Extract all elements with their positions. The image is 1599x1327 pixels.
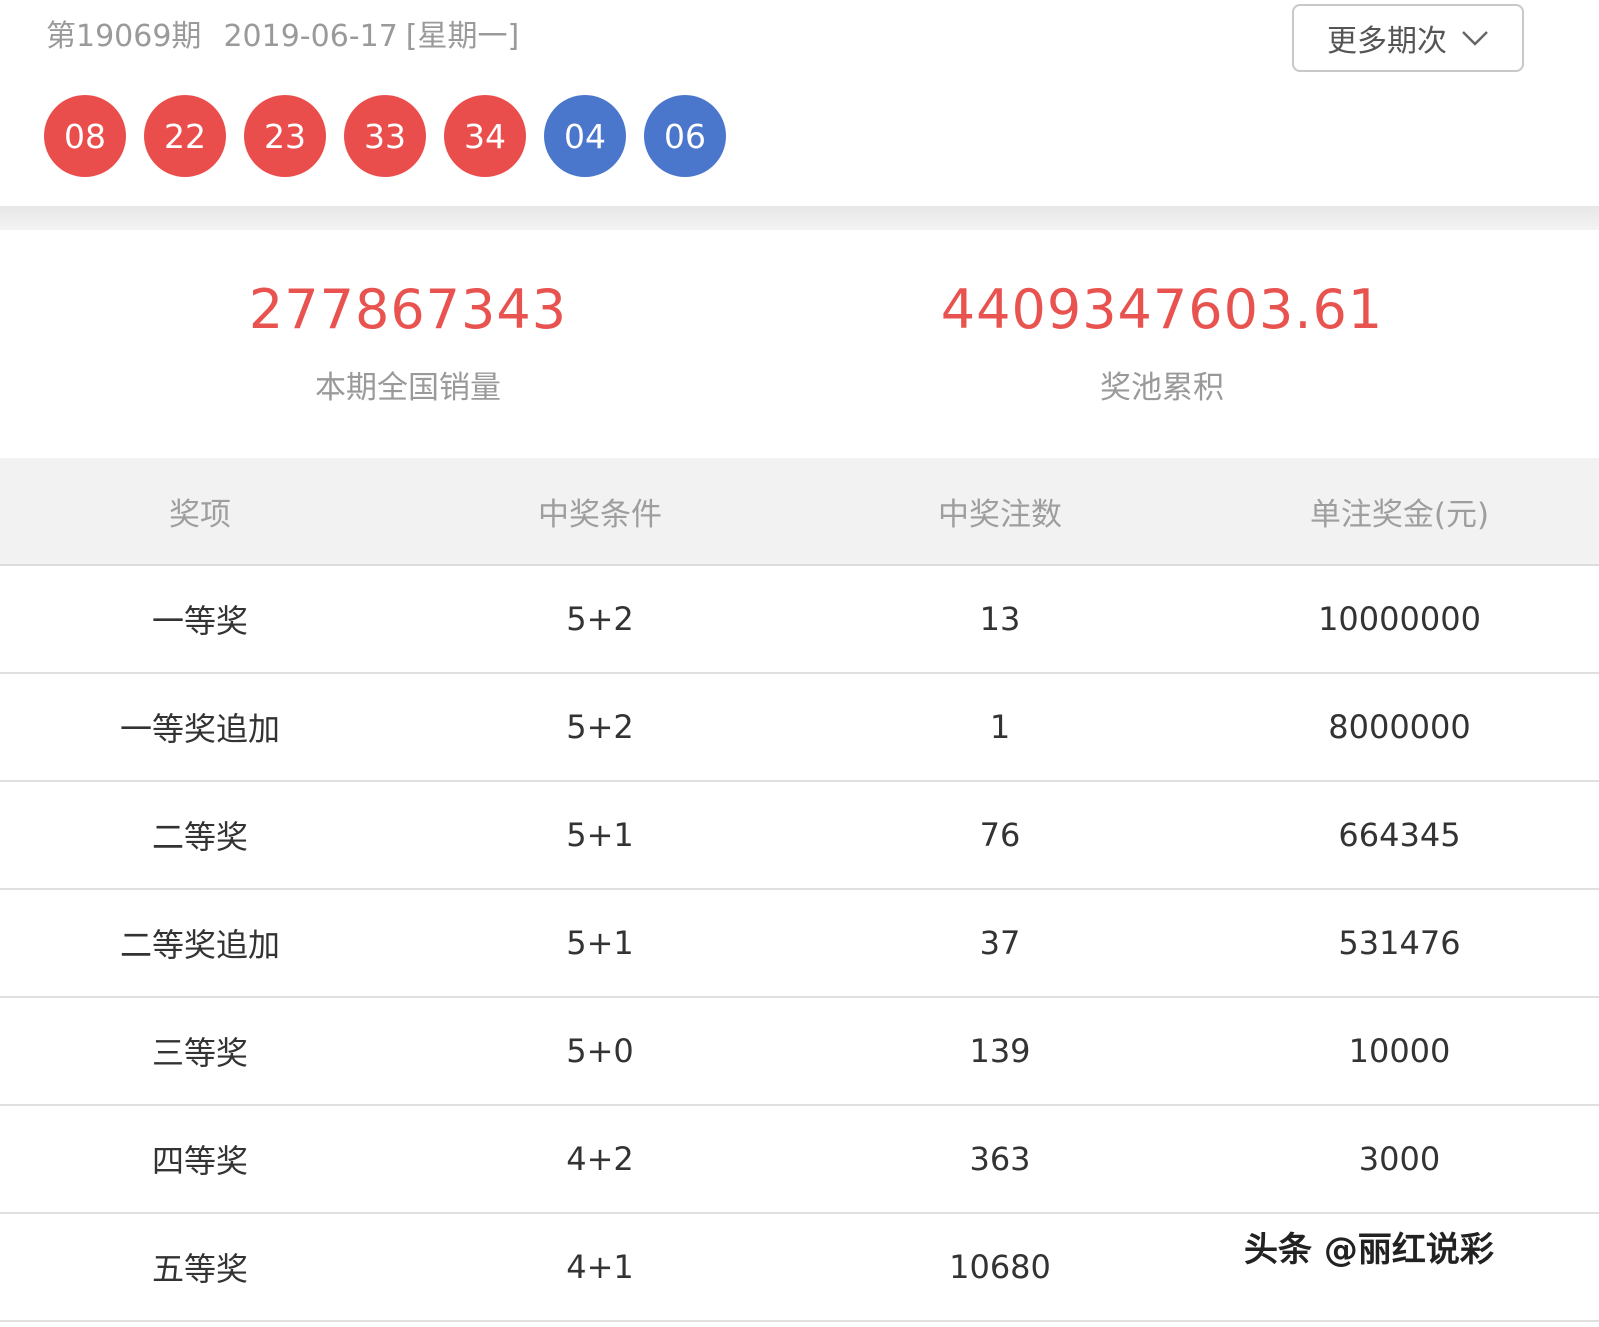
table-row: 一等奖追加 5+2 1 8000000 xyxy=(0,673,1599,782)
more-issues-button[interactable]: 更多期次 xyxy=(1292,4,1524,72)
cell-condition: 5+2 xyxy=(400,565,800,674)
draw-weekday: [星期一] xyxy=(405,19,520,54)
cell-winner-count: 76 xyxy=(800,781,1200,890)
table-row: 二等奖追加 5+1 37 531476 xyxy=(0,889,1599,998)
issue-number: 第19069期 xyxy=(46,19,202,54)
cell-prize-amount: 3000 xyxy=(1200,1105,1599,1214)
prize-table: 奖项 中奖条件 中奖注数 单注奖金(元) 一等奖 5+2 13 10000000… xyxy=(0,458,1599,1322)
draw-header: 第19069期 2019-06-17 [星期一] 更多期次 08 22 23 33 … xyxy=(0,0,1599,208)
cell-prize-amount: 10000 xyxy=(1200,997,1599,1106)
pool-stat: 4409347603.61 奖池累积 xyxy=(762,230,1562,408)
cell-condition: 5+0 xyxy=(400,997,800,1106)
draw-date: 2019-06-17 xyxy=(223,19,398,54)
sales-label: 本期全国销量 xyxy=(315,370,501,406)
red-ball: 23 xyxy=(244,95,326,177)
header-winner-count: 中奖注数 xyxy=(800,458,1200,566)
winning-numbers: 08 22 23 33 34 04 06 xyxy=(44,95,744,177)
cell-prize-amount: 531476 xyxy=(1200,889,1599,998)
cell-condition: 4+1 xyxy=(400,1213,800,1322)
cell-prize-amount: 664345 xyxy=(1200,781,1599,890)
cell-winner-count: 10680 xyxy=(800,1213,1200,1322)
table-header-row: 奖项 中奖条件 中奖注数 单注奖金(元) xyxy=(0,458,1599,566)
cell-winner-count: 1 xyxy=(800,673,1200,782)
table-row: 二等奖 5+1 76 664345 xyxy=(0,781,1599,890)
header-prize-level: 奖项 xyxy=(0,458,400,566)
cell-condition: 5+1 xyxy=(400,781,800,890)
cell-prize-amount: 8000000 xyxy=(1200,673,1599,782)
table-row: 三等奖 5+0 139 10000 xyxy=(0,997,1599,1106)
cell-winner-count: 37 xyxy=(800,889,1200,998)
table-row: 一等奖 5+2 13 10000000 xyxy=(0,565,1599,674)
blue-ball: 04 xyxy=(544,95,626,177)
header-prize-amount: 单注奖金(元) xyxy=(1200,458,1599,566)
cell-condition: 5+1 xyxy=(400,889,800,998)
cell-winner-count: 13 xyxy=(800,565,1200,674)
cell-prize-level: 一等奖追加 xyxy=(0,673,400,782)
sales-summary: 277867343 本期全国销量 4409347603.61 奖池累积 xyxy=(0,230,1599,458)
blue-ball: 06 xyxy=(644,95,726,177)
sales-stat: 277867343 本期全国销量 xyxy=(8,230,808,408)
pool-value: 4409347603.61 xyxy=(940,278,1384,341)
cell-condition: 4+2 xyxy=(400,1105,800,1214)
cell-prize-level: 四等奖 xyxy=(0,1105,400,1214)
cell-prize-level: 三等奖 xyxy=(0,997,400,1106)
cell-winner-count: 363 xyxy=(800,1105,1200,1214)
section-divider xyxy=(0,206,1599,230)
cell-prize-level: 一等奖 xyxy=(0,565,400,674)
cell-condition: 5+2 xyxy=(400,673,800,782)
header-condition: 中奖条件 xyxy=(400,458,800,566)
table-row: 四等奖 4+2 363 3000 xyxy=(0,1105,1599,1214)
cell-prize-level: 二等奖 xyxy=(0,781,400,890)
pool-label: 奖池累积 xyxy=(1100,370,1224,406)
cell-prize-amount: 10000000 xyxy=(1200,565,1599,674)
cell-winner-count: 139 xyxy=(800,997,1200,1106)
sales-value: 277867343 xyxy=(248,278,568,341)
issue-info: 第19069期 2019-06-17 [星期一] xyxy=(46,14,519,60)
chevron-down-icon xyxy=(1462,31,1488,46)
red-ball: 34 xyxy=(444,95,526,177)
red-ball: 22 xyxy=(144,95,226,177)
cell-prize-level: 五等奖 xyxy=(0,1213,400,1322)
red-ball: 08 xyxy=(44,95,126,177)
cell-prize-level: 二等奖追加 xyxy=(0,889,400,998)
watermark: 头条 @丽红说彩 xyxy=(1244,1230,1494,1270)
more-issues-label: 更多期次 xyxy=(1327,24,1447,59)
red-ball: 33 xyxy=(344,95,426,177)
